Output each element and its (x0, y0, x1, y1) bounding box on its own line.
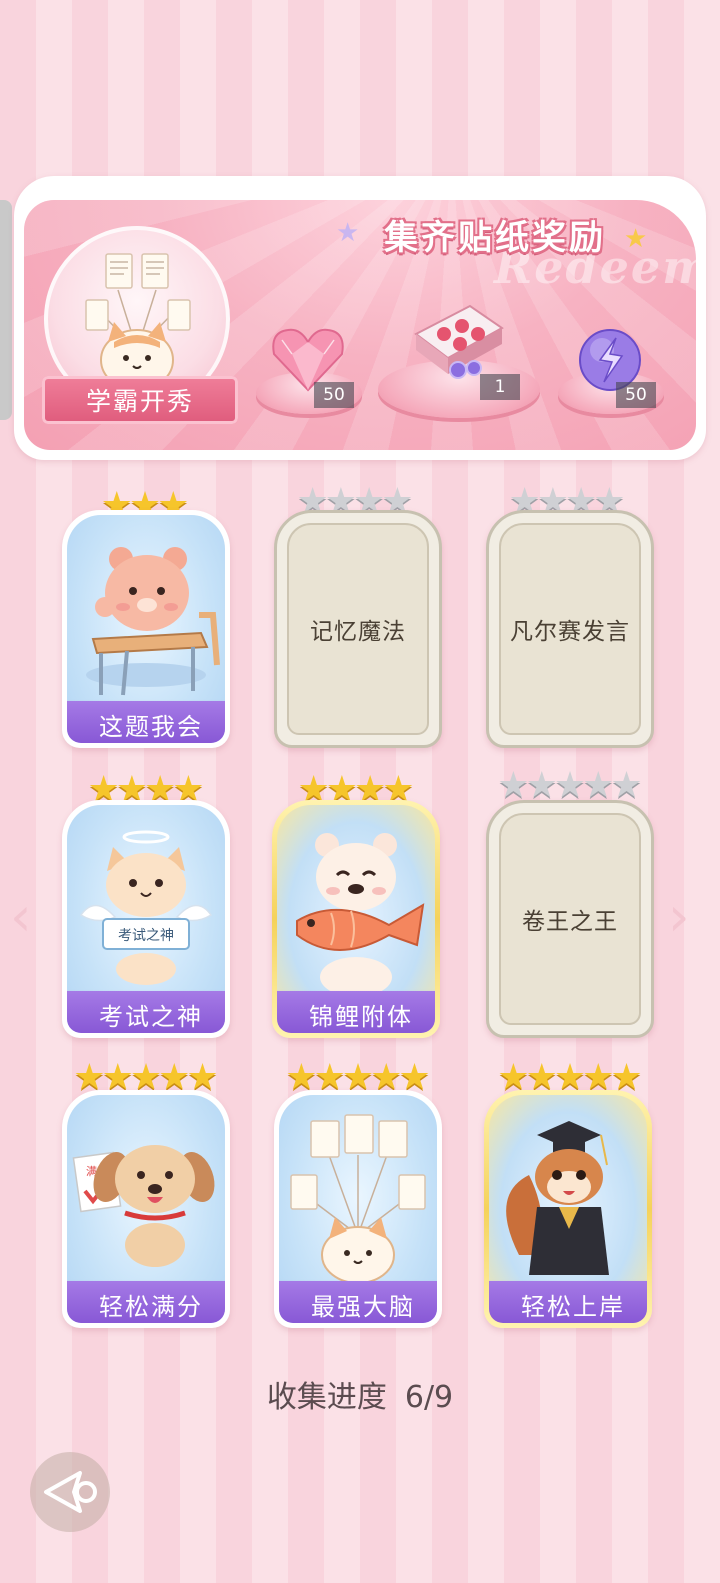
featured-sticker-label: 学霸开秀 (42, 376, 238, 424)
sticker-card-4[interactable]: 考试之神 考试之神 (62, 800, 230, 1038)
sticker-label: 轻松满分 (67, 1281, 225, 1323)
sticker-label: 轻松上岸 (489, 1281, 647, 1323)
gold-star-icon: ★ (624, 224, 648, 254)
sticker-card-8[interactable]: 最强大脑 (274, 1090, 442, 1328)
sticker-card-7[interactable]: 满分 轻松满分 (62, 1090, 230, 1328)
sticker-card-2-locked[interactable]: 记忆魔法 (274, 510, 442, 748)
star-empty-icon: ★ (610, 765, 643, 806)
back-button[interactable] (30, 1452, 110, 1532)
sticker-card-3-locked[interactable]: 凡尔赛发言 (486, 510, 654, 748)
sticker-card-5[interactable]: 锦鲤附体 (272, 800, 440, 1038)
locked-sticker-name: 凡尔赛发言 (510, 619, 630, 645)
purple-star-icon: ★ (336, 218, 360, 248)
sticker-label: 这题我会 (67, 701, 225, 743)
sticker-label: 考试之神 (67, 991, 225, 1033)
sticker-card-9[interactable]: 轻松上岸 (484, 1090, 652, 1328)
reward-count-orb: 50 (616, 382, 656, 408)
banner-title: 集齐贴纸奖励 (384, 217, 606, 258)
gift-box-icon[interactable] (410, 298, 506, 380)
next-page-arrow-icon[interactable]: › (668, 890, 690, 944)
reward-count-heart: 50 (314, 382, 354, 408)
sticker-card-1[interactable]: 这题我会 (62, 510, 230, 748)
locked-sticker-name: 记忆魔法 (310, 619, 406, 645)
progress-value: 6/9 (404, 1380, 454, 1415)
collection-progress: 收集进度 6/9 (0, 1372, 720, 1416)
back-arrow-icon (44, 1471, 97, 1513)
banner-title-wrap: 集齐贴纸奖励 (360, 208, 630, 260)
sticker-label: 锦鲤附体 (277, 991, 435, 1033)
reward-count-gift: 1 (480, 374, 520, 400)
exam-god-sign-text: 考试之神 (118, 928, 174, 944)
prev-page-arrow-icon[interactable]: ‹ (10, 890, 32, 944)
star-rating-6: ★ ★ ★ ★ ★ (484, 768, 656, 804)
side-edge-tab (0, 200, 12, 420)
locked-sticker-name: 卷王之王 (522, 909, 618, 935)
progress-label: 收集进度 (266, 1380, 387, 1415)
sticker-label: 最强大脑 (279, 1281, 437, 1323)
sticker-card-6-locked[interactable]: 卷王之王 (486, 800, 654, 1038)
